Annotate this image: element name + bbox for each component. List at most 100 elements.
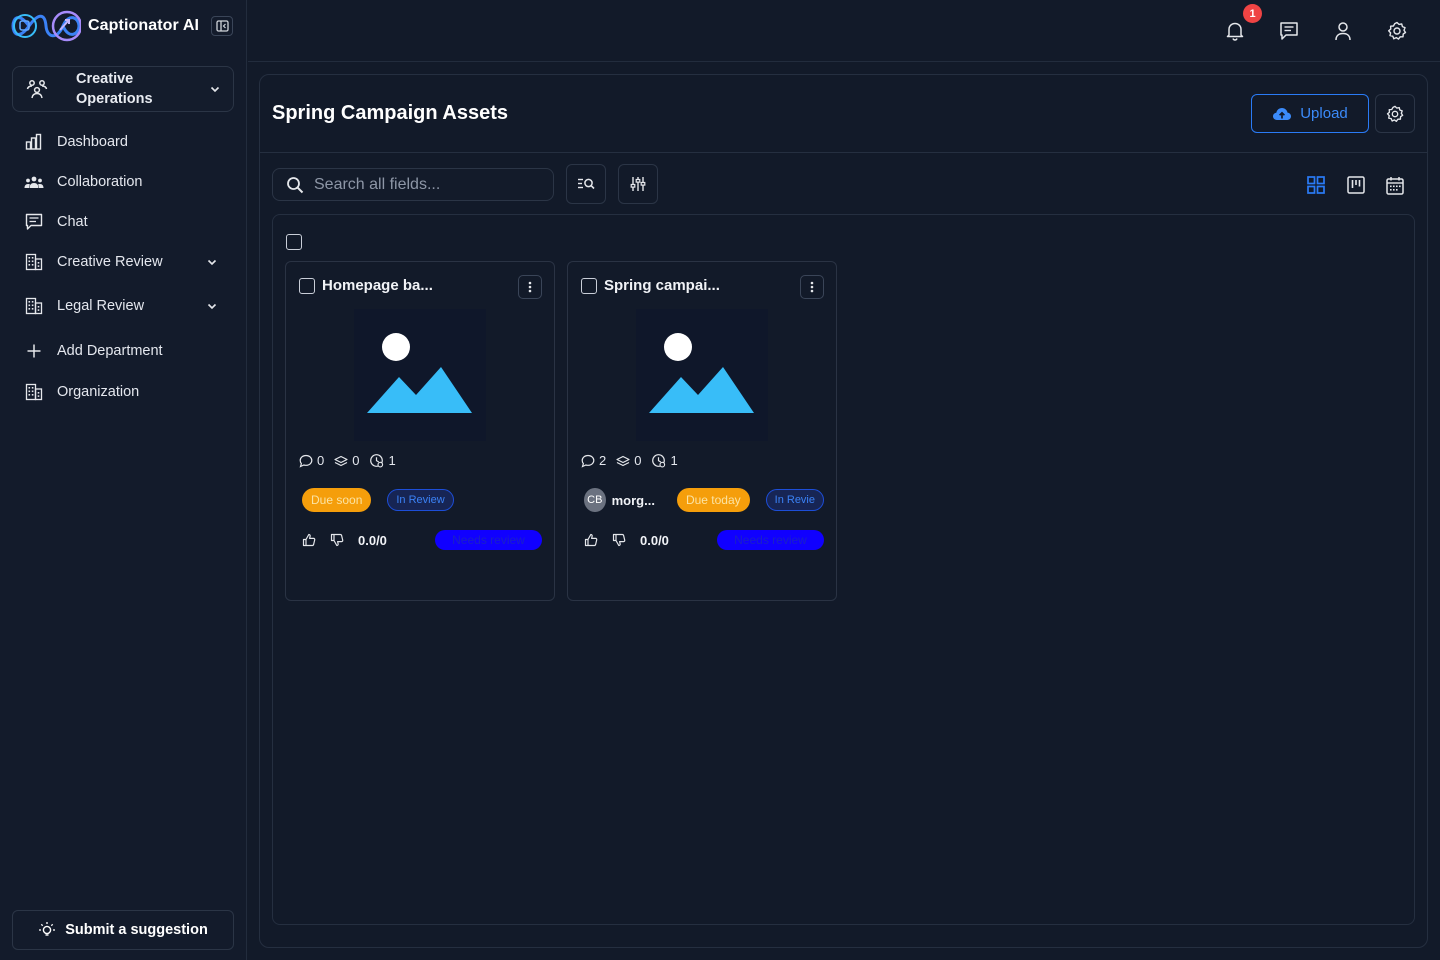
thumbs-down-icon[interactable] xyxy=(330,533,344,547)
asset-stats: 2 0 1 xyxy=(581,453,688,468)
comment-icon xyxy=(299,454,313,468)
asset-menu-button[interactable] xyxy=(800,275,824,299)
asset-checkbox[interactable] xyxy=(299,278,315,294)
versions-count: 1 xyxy=(388,453,396,468)
rating-score: 0.0/0 xyxy=(640,532,669,548)
versions-stat[interactable]: 1 xyxy=(369,453,396,468)
submit-suggestion-label: Submit a suggestion xyxy=(65,922,208,938)
layers-stat[interactable]: 0 xyxy=(334,453,359,468)
advanced-search-button[interactable] xyxy=(566,164,606,204)
upload-button[interactable]: Upload xyxy=(1251,94,1369,133)
comments-count: 0 xyxy=(317,453,325,468)
comment-icon xyxy=(581,454,595,468)
rating-score: 0.0/0 xyxy=(358,532,387,548)
notifications-button[interactable] xyxy=(1223,19,1247,43)
grid-icon xyxy=(1307,176,1325,194)
sidebar-item-add-department[interactable]: Add Department xyxy=(12,330,234,372)
submit-suggestion-button[interactable]: Submit a suggestion xyxy=(12,910,234,950)
organization-name: Creative Operations xyxy=(76,71,153,107)
image-placeholder-icon xyxy=(649,333,754,413)
filters-button[interactable] xyxy=(618,164,658,204)
organization-selector[interactable]: Creative Operations xyxy=(12,66,234,112)
board-view-button[interactable] xyxy=(1345,174,1367,196)
bar-chart-icon xyxy=(24,132,44,152)
kanban-icon xyxy=(1347,176,1365,194)
asset-thumbnail[interactable] xyxy=(354,309,486,441)
sidebar-item-label: Chat xyxy=(57,214,88,230)
chevron-down-icon[interactable] xyxy=(206,256,218,268)
more-vertical-icon xyxy=(528,281,532,293)
asset-menu-button[interactable] xyxy=(518,275,542,299)
sidebar-item-label: Creative Review xyxy=(57,254,163,270)
chevron-down-icon xyxy=(210,86,220,93)
sidebar-item-label: Dashboard xyxy=(57,134,128,150)
review-state-badge: Needs review xyxy=(717,530,824,550)
sidebar-item-label: Collaboration xyxy=(57,174,143,190)
user-icon xyxy=(1335,22,1351,41)
sidebar-item-chat[interactable]: Chat xyxy=(12,202,234,242)
chat-icon xyxy=(1280,22,1298,40)
bell-icon xyxy=(1226,22,1244,41)
owner-name: morg... xyxy=(611,492,655,508)
calendar-view-button[interactable] xyxy=(1384,174,1406,196)
asset-grid: Homepage ba... 0 0 1 Due soon In Review … xyxy=(272,214,1415,925)
team-icon xyxy=(26,80,48,99)
sidebar-item-organization[interactable]: Organization xyxy=(12,372,234,412)
sidebar-item-dashboard[interactable]: Dashboard xyxy=(12,122,234,162)
asset-title: Spring campai... xyxy=(604,277,720,294)
thumbs-down-icon[interactable] xyxy=(612,533,626,547)
asset-title: Homepage ba... xyxy=(322,277,433,294)
asset-tags: CB morg... Due today In Revie xyxy=(584,488,824,512)
layers-count: 0 xyxy=(634,453,642,468)
sidebar-item-creative-review[interactable]: Creative Review xyxy=(12,242,234,282)
calendar-icon xyxy=(1386,176,1404,195)
sidebar: Captionator AI Creative Operations Dashb… xyxy=(0,0,247,960)
brand[interactable]: Captionator AI xyxy=(11,8,199,44)
asset-card[interactable]: Spring campai... 2 0 1 CB morg... Due to… xyxy=(567,261,837,601)
settings-button[interactable] xyxy=(1385,19,1409,43)
building-icon xyxy=(24,296,44,316)
comments-count: 2 xyxy=(599,453,607,468)
asset-card[interactable]: Homepage ba... 0 0 1 Due soon In Review … xyxy=(285,261,555,601)
versions-count: 1 xyxy=(670,453,678,468)
chevron-down-icon[interactable] xyxy=(206,300,218,312)
layers-stat[interactable]: 0 xyxy=(616,453,641,468)
versions-stat[interactable]: 1 xyxy=(651,453,678,468)
review-state-badge: Needs review xyxy=(435,530,542,550)
search-input[interactable] xyxy=(314,175,534,194)
panel-settings-button[interactable] xyxy=(1375,94,1415,133)
gear-icon xyxy=(1386,105,1404,122)
asset-stats: 0 0 1 xyxy=(299,453,406,468)
comments-stat[interactable]: 0 xyxy=(299,453,324,468)
asset-checkbox[interactable] xyxy=(581,278,597,294)
sliders-icon xyxy=(630,177,646,191)
search-field[interactable] xyxy=(272,168,554,201)
lightbulb-icon xyxy=(39,922,56,936)
sidebar-item-label: Legal Review xyxy=(57,298,145,314)
due-badge: Due today xyxy=(676,488,750,512)
chat-icon xyxy=(24,212,44,232)
profile-button[interactable] xyxy=(1331,19,1355,43)
asset-rating: 0.0/0 Needs review xyxy=(302,530,542,550)
status-badge: In Revie xyxy=(765,489,824,511)
avatar[interactable]: CB xyxy=(584,488,606,512)
search-list-icon xyxy=(578,178,595,190)
sidebar-item-legal-review[interactable]: Legal Review xyxy=(12,282,234,330)
sidebar-item-collaboration[interactable]: Collaboration xyxy=(12,162,234,202)
thumbs-up-icon[interactable] xyxy=(584,533,598,547)
asset-thumbnail[interactable] xyxy=(636,309,768,441)
page-title: Spring Campaign Assets xyxy=(272,102,508,124)
status-badge: In Review xyxy=(387,489,454,511)
messages-button[interactable] xyxy=(1277,19,1301,43)
search-icon xyxy=(287,176,304,193)
thumbs-up-icon[interactable] xyxy=(302,533,316,547)
comments-stat[interactable]: 2 xyxy=(581,453,606,468)
notification-count-badge: 1 xyxy=(1243,4,1262,23)
collapse-sidebar-button[interactable] xyxy=(211,16,233,36)
more-vertical-icon xyxy=(810,281,814,293)
sidebar-toggle-icon xyxy=(215,20,229,32)
building-icon xyxy=(24,252,44,272)
select-all-checkbox[interactable] xyxy=(286,234,302,250)
grid-view-button[interactable] xyxy=(1305,174,1327,196)
asset-tags: Due soon In Review xyxy=(302,488,542,512)
